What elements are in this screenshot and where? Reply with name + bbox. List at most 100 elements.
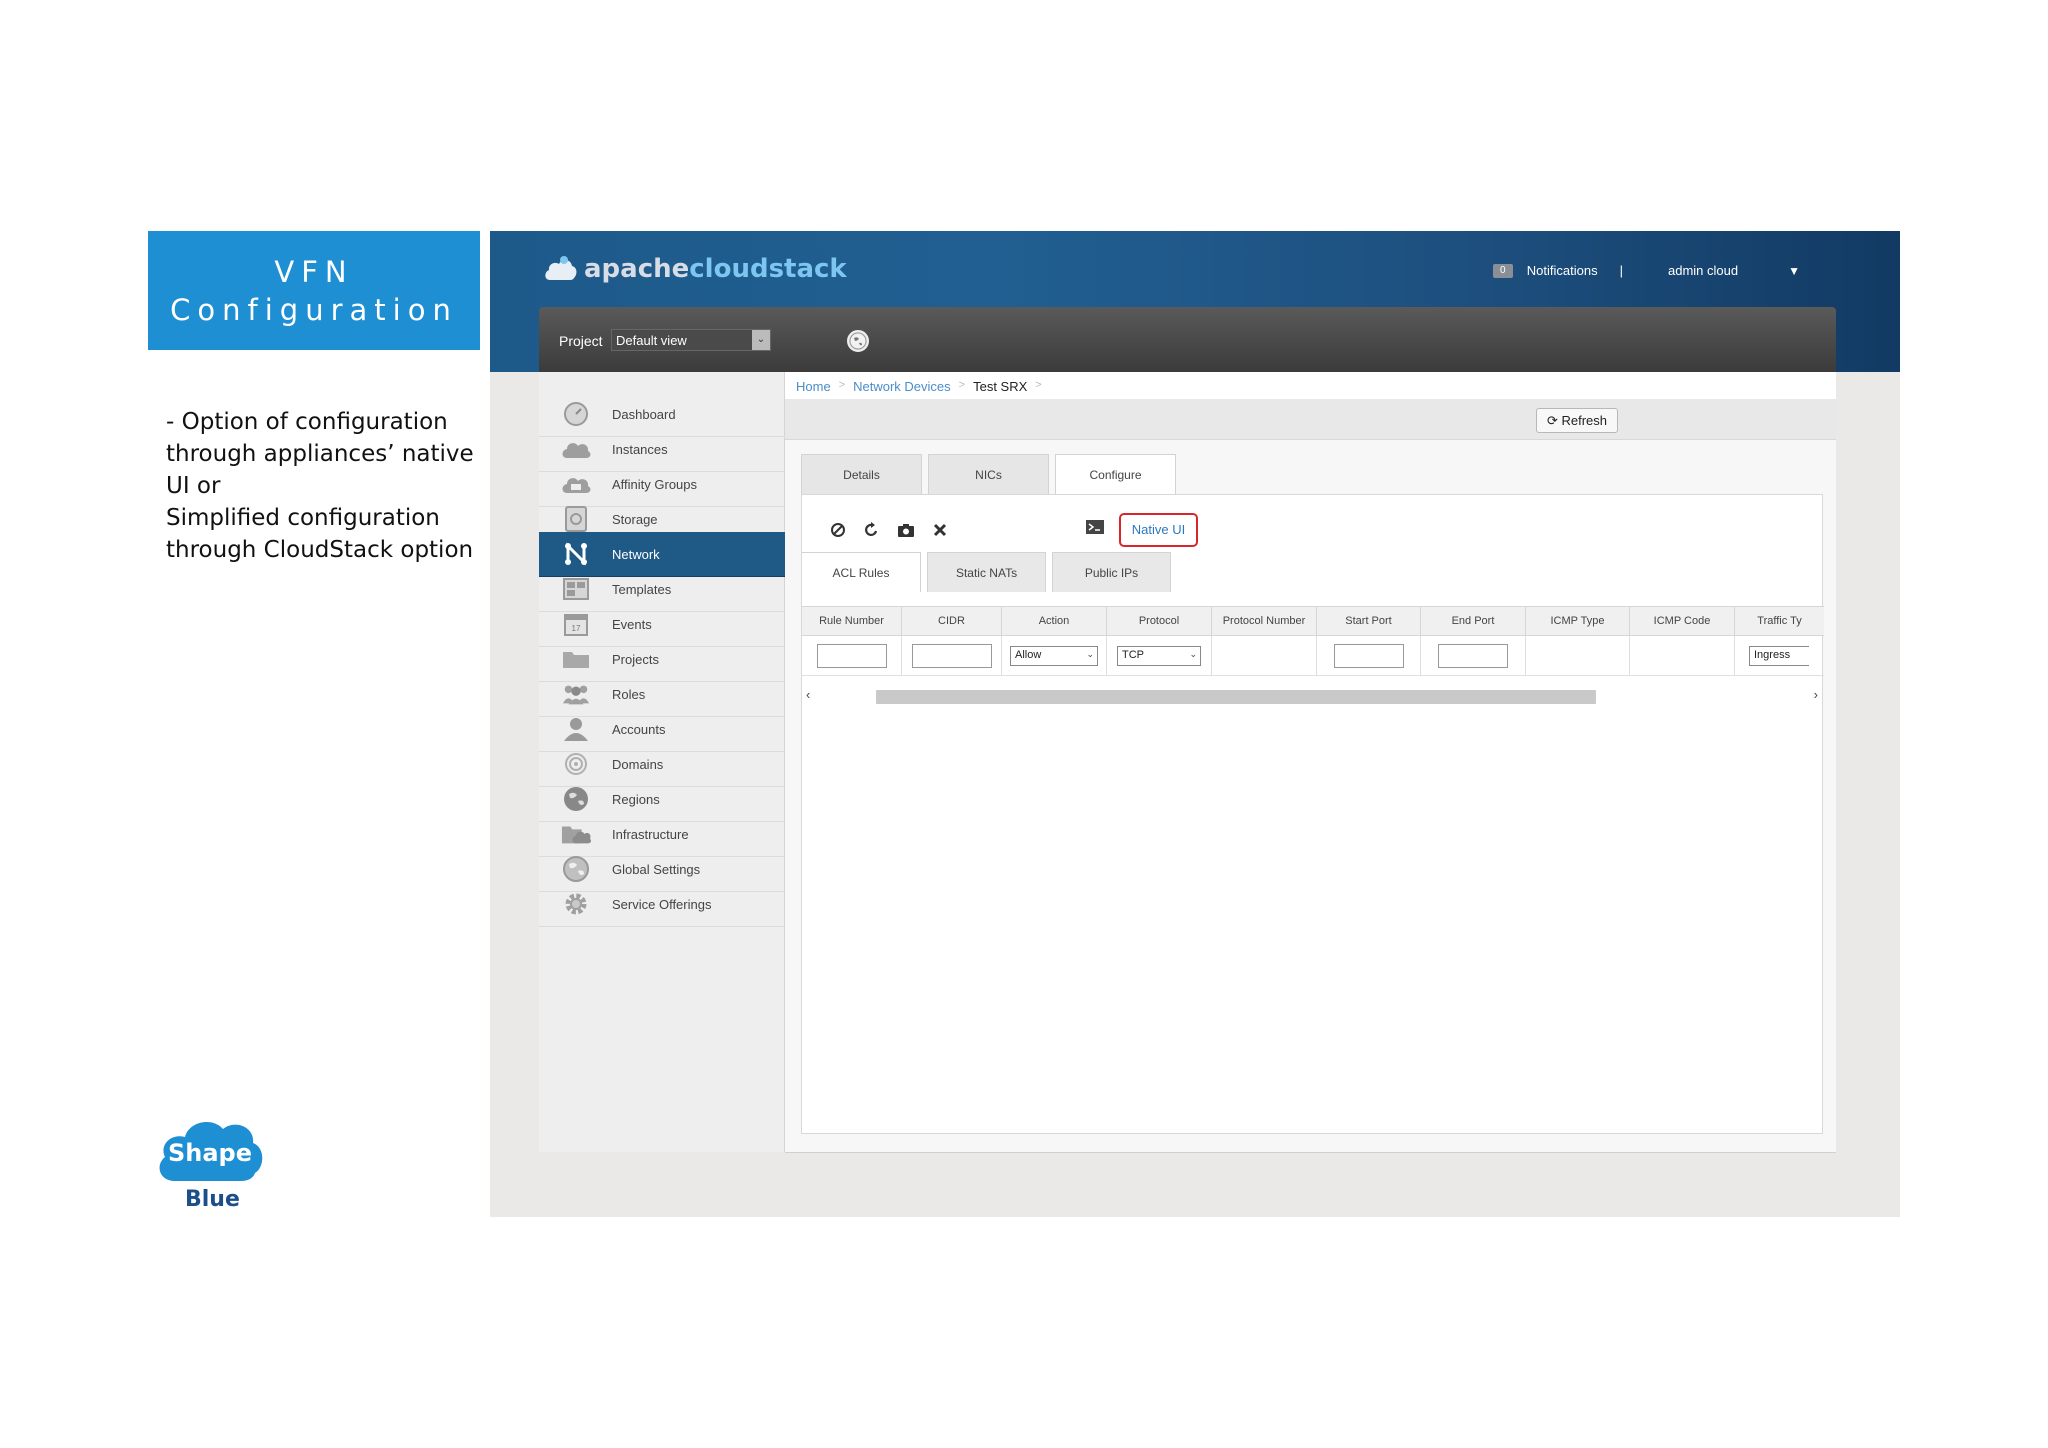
console-icon[interactable]: [1086, 520, 1104, 539]
table-header: Rule Number CIDR Action Protocol Protoco…: [802, 606, 1824, 636]
project-bar: Project Default view ⌄: [539, 307, 1836, 372]
description-line: - Option of configuration: [166, 409, 448, 435]
scroll-right-icon[interactable]: ›: [1814, 687, 1818, 702]
breadcrumb-home[interactable]: Home: [796, 379, 831, 399]
start-port-input[interactable]: [1333, 643, 1404, 668]
breadcrumb-current[interactable]: Test SRX: [973, 379, 1027, 399]
storage-icon: [561, 506, 591, 532]
snapshot-icon[interactable]: [896, 520, 916, 540]
column-header: ICMP Type: [1526, 607, 1630, 635]
main-content: Home > Network Devices > Test SRX > ⟳ Re…: [785, 372, 1836, 1152]
table-row: Allow ⌄ TCP ⌄ Ingress: [802, 636, 1824, 676]
sidebar-item-label: Roles: [612, 686, 646, 702]
protocol-select[interactable]: TCP ⌄: [1117, 645, 1201, 666]
user-menu-caret-icon[interactable]: ▼: [1788, 264, 1800, 278]
chevron-down-icon[interactable]: ⌄: [752, 330, 770, 350]
header-right: 0 Notifications | admin cloud ▼: [1492, 263, 1800, 278]
calendar-icon: 17: [561, 611, 591, 637]
table-cell: [1630, 636, 1735, 675]
scrollbar-thumb[interactable]: [876, 690, 1596, 704]
traffic-type-select[interactable]: Ingress: [1749, 645, 1809, 666]
roles-icon: [561, 681, 591, 707]
sidebar-item-label: Accounts: [612, 721, 666, 737]
description-line: through CloudStack option: [166, 537, 474, 563]
disable-icon[interactable]: [828, 520, 848, 540]
column-header: Protocol Number: [1212, 607, 1317, 635]
sidebar-item-service-offerings[interactable]: Service Offerings: [539, 882, 785, 927]
brand-text: apachecloudstack: [584, 254, 847, 284]
refresh-button[interactable]: ⟳ Refresh: [1536, 408, 1618, 433]
subtab-acl-rules[interactable]: ACL Rules: [802, 552, 921, 592]
domains-icon: [561, 751, 591, 777]
table-cell: TCP ⌄: [1107, 636, 1212, 675]
network-icon: [561, 541, 591, 567]
brand-logo[interactable]: apachecloudstack: [544, 249, 847, 289]
user-menu[interactable]: admin cloud: [1668, 263, 1738, 278]
column-header: Rule Number: [802, 607, 902, 635]
slide-title-line1: VFN: [274, 255, 354, 289]
column-header: Action: [1002, 607, 1107, 635]
slide-title-box: VFN Configuration: [148, 231, 480, 350]
sidebar-item-label: Infrastructure: [612, 826, 689, 842]
restart-icon[interactable]: [862, 520, 882, 540]
subtab-public-ips[interactable]: Public IPs: [1052, 552, 1171, 592]
column-header: Start Port: [1317, 607, 1421, 635]
sidebar-item-label: Network: [612, 546, 660, 562]
breadcrumb-arrow-icon: >: [958, 379, 966, 391]
notifications-link[interactable]: Notifications: [1527, 263, 1598, 278]
table-cell: [1317, 636, 1421, 675]
traffic-type-value: Ingress: [1754, 648, 1791, 661]
detail-tabs: Details NICs Configure: [801, 454, 1182, 495]
sidebar-item-label: Storage: [612, 511, 658, 527]
notification-count-badge[interactable]: 0: [1492, 263, 1513, 278]
end-port-input[interactable]: [1438, 643, 1508, 668]
action-select-value: Allow: [1015, 648, 1042, 661]
slide-title-line2: Configuration: [170, 293, 458, 327]
breadcrumb-arrow-icon: >: [1035, 379, 1042, 391]
sidebar-item-label: Dashboard: [612, 406, 676, 422]
slide-description: - Option of configuration through applia…: [166, 406, 486, 566]
project-select[interactable]: Default view ⌄: [611, 329, 771, 351]
sidebar-item-label: Regions: [612, 791, 660, 807]
breadcrumb-network-devices[interactable]: Network Devices: [853, 379, 951, 399]
close-icon[interactable]: [930, 520, 950, 540]
chevron-down-icon: ⌄: [1189, 648, 1197, 659]
dashboard-icon: [561, 401, 591, 427]
tab-nics[interactable]: NICs: [928, 454, 1049, 494]
refresh-icon: ⟳: [1546, 413, 1562, 428]
header-separator: |: [1619, 263, 1623, 278]
table-cell: [802, 636, 902, 675]
breadcrumb-arrow-icon: >: [838, 379, 846, 391]
rule-number-input[interactable]: [816, 643, 887, 668]
app-header: apachecloudstack 0 Notifications | admin…: [490, 231, 1900, 372]
cloudstack-logo-icon: [545, 256, 577, 280]
horizontal-scrollbar[interactable]: ‹ ›: [802, 687, 1824, 707]
sidebar-item-label: Instances: [612, 441, 668, 457]
column-header: Protocol: [1107, 607, 1212, 635]
table-cell: [902, 636, 1002, 675]
refresh-label: Refresh: [1561, 413, 1608, 428]
shapeblue-logo: Shape Blue: [155, 1115, 265, 1215]
table-cell: Ingress: [1735, 636, 1824, 675]
table-cell: Allow ⌄: [1002, 636, 1107, 675]
cloudstack-app: apachecloudstack 0 Notifications | admin…: [490, 231, 1900, 1217]
folder-icon: [561, 646, 591, 672]
globe-icon[interactable]: [847, 330, 869, 352]
column-header: Traffic Ty: [1757, 615, 1802, 627]
action-select[interactable]: Allow ⌄: [1010, 645, 1098, 666]
native-ui-button[interactable]: Native UI: [1119, 513, 1198, 547]
cidr-input[interactable]: [911, 643, 992, 668]
subtab-static-nats[interactable]: Static NATs: [927, 552, 1046, 592]
column-header: End Port: [1421, 607, 1526, 635]
slide: VFN Configuration - Option of configurat…: [0, 0, 2048, 1448]
user-icon: [561, 716, 591, 742]
tab-configure[interactable]: Configure: [1055, 454, 1176, 495]
tab-details[interactable]: Details: [801, 454, 922, 494]
project-select-value: Default view: [616, 333, 687, 348]
scroll-left-icon[interactable]: ‹: [806, 687, 810, 702]
affinity-icon: [561, 471, 591, 497]
gear-icon: [561, 891, 591, 917]
breadcrumb: Home > Network Devices > Test SRX >: [785, 372, 1836, 399]
column-header: CIDR: [902, 607, 1002, 635]
logo-text-blue: Blue: [185, 1187, 240, 1212]
